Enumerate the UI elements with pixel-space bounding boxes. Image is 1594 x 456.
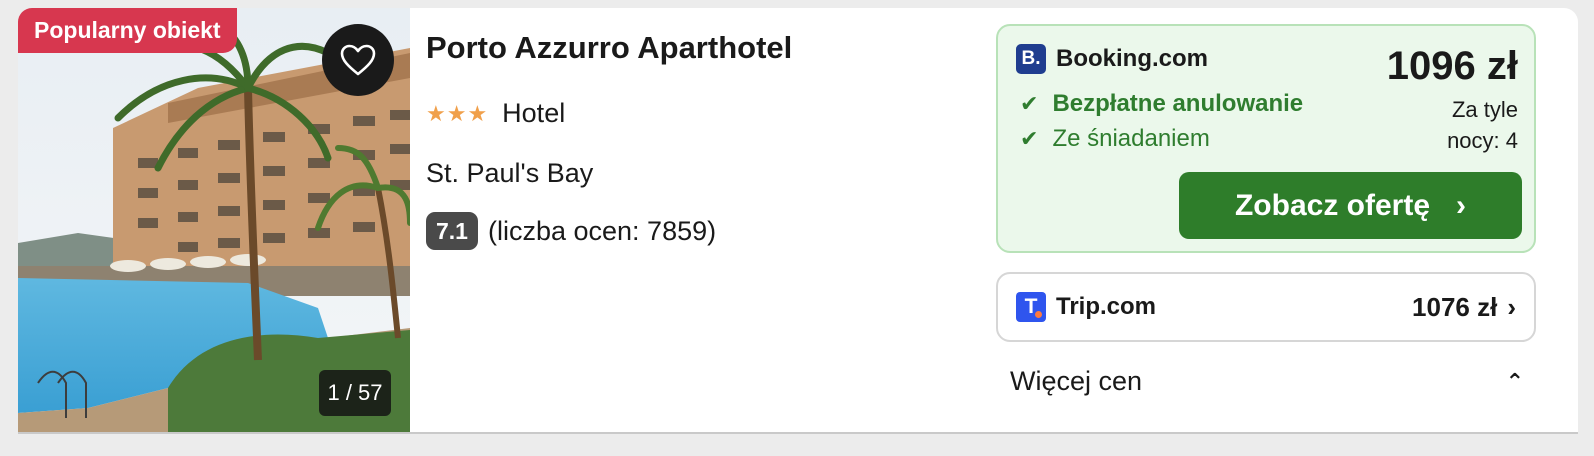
heart-icon xyxy=(340,44,376,76)
hotel-class-row: ★★★ Hotel xyxy=(426,98,565,129)
booking-logo-icon: B. xyxy=(1016,44,1046,74)
chevron-up-icon: ⌃ xyxy=(1505,368,1524,394)
offer-booking[interactable]: B. Booking.com ✔ Bezpłatne anulowanie ✔ … xyxy=(996,24,1536,253)
view-offer-button[interactable]: Zobacz ofertę › xyxy=(1179,172,1522,239)
popular-badge: Popularny obiekt xyxy=(18,8,237,53)
hotel-photo[interactable]: Popularny obiekt 1 / 57 xyxy=(18,8,410,432)
trip-logo-icon: T xyxy=(1016,292,1046,322)
offer-price: 1096 zł xyxy=(1386,44,1518,88)
offer-trip[interactable]: T Trip.com 1076 zł › xyxy=(996,272,1536,342)
hotel-location: St. Paul's Bay xyxy=(426,158,594,188)
feature-label: Ze śniadaniem xyxy=(1052,125,1210,152)
chevron-right-icon: › xyxy=(1456,188,1467,222)
photo-counter: 1 / 57 xyxy=(319,370,391,416)
rating-row: 7.1 (liczba ocen: 7859) xyxy=(426,212,716,250)
rating-badge: 7.1 xyxy=(426,212,478,250)
chevron-right-icon: › xyxy=(1507,291,1516,322)
view-offer-label: Zobacz ofertę xyxy=(1234,188,1431,222)
feature-breakfast: ✔ Ze śniadaniem xyxy=(1020,125,1210,153)
offer-price: 1076 zł xyxy=(1412,291,1498,322)
provider-name: Booking.com xyxy=(1056,45,1209,72)
feature-free-cancellation: ✔ Bezpłatne anulowanie xyxy=(1020,90,1303,118)
feature-label: Bezpłatne anulowanie xyxy=(1052,90,1304,117)
check-icon: ✔ xyxy=(1020,91,1039,116)
provider-row: B. Booking.com xyxy=(1016,44,1208,74)
star-rating-icon: ★★★ xyxy=(426,100,489,126)
hotel-info: Porto Azzurro Aparthotel ★★★ Hotel St. P… xyxy=(426,8,986,432)
hotel-type: Hotel xyxy=(502,98,566,128)
more-prices-label: Więcej cen xyxy=(1010,366,1143,396)
rating-count: (liczba ocen: 7859) xyxy=(487,215,717,246)
favorite-button[interactable] xyxy=(322,24,394,96)
price-note-line: nocy: 4 xyxy=(1447,128,1518,153)
price-note-line: Za tyle xyxy=(1451,97,1518,122)
more-prices-toggle[interactable]: Więcej cen ⌃ xyxy=(1010,366,1524,397)
price-note: Za tyle nocy: 4 xyxy=(1378,94,1518,156)
check-icon: ✔ xyxy=(1020,126,1039,151)
hotel-card: Popularny obiekt 1 / 57 Porto Azzurro Ap… xyxy=(18,8,1578,434)
provider-name: Trip.com xyxy=(1056,293,1157,320)
hotel-title[interactable]: Porto Azzurro Aparthotel xyxy=(426,30,792,66)
